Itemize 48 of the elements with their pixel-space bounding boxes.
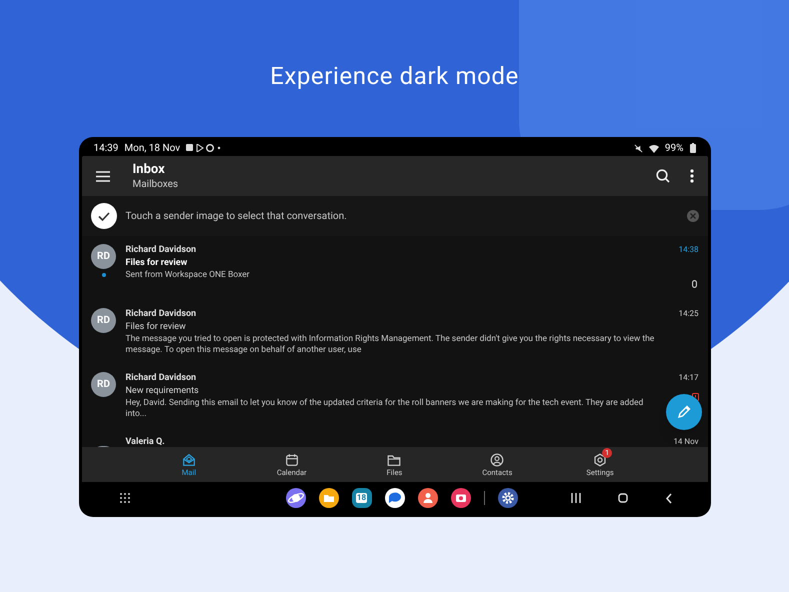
message-preview: Sent from Workspace ONE Boxer — [126, 270, 251, 281]
settings-icon — [592, 452, 608, 468]
folder-app-icon[interactable] — [318, 488, 338, 508]
headline: Experience dark mode — [270, 61, 519, 92]
calendar-app-icon[interactable]: 18 — [352, 488, 372, 508]
browser-app-icon[interactable] — [286, 488, 306, 508]
mail-icon — [180, 452, 197, 468]
close-icon[interactable] — [686, 210, 698, 222]
more-options-icon[interactable] — [690, 169, 694, 183]
message-row[interactable]: RD Richard Davidson Files for review Sent from Workspace ONE Boxer 14:38 — [82, 236, 708, 300]
search-icon[interactable] — [656, 169, 670, 183]
back-icon[interactable] — [664, 492, 672, 504]
sender-name: Valeria Q. — [126, 436, 166, 447]
mailbox-subtitle: Mailboxes — [132, 178, 178, 190]
battery-icon — [690, 143, 696, 153]
home-icon[interactable] — [618, 493, 628, 503]
message-time: 14 Nov — [673, 436, 698, 447]
status-date: Mon, 18 Nov — [124, 142, 180, 156]
calendar-icon — [284, 452, 300, 468]
app-title: Inbox — [132, 162, 166, 178]
sender-name: Richard Davidson — [126, 244, 198, 256]
message-time: 14:25 — [678, 308, 698, 320]
contacts-icon — [489, 452, 506, 468]
sender-name: Richard Davidson — [126, 372, 198, 384]
message-preview: Hey, David. Sending this email to let you know of the updated criteria for the roll banners we are making for the tech event. They are added into... — [126, 398, 644, 420]
message-subject: New requirements — [126, 385, 200, 397]
wifi-icon — [648, 144, 659, 152]
checkmark-icon — [90, 203, 116, 229]
message-subject: Files for review — [126, 257, 188, 269]
notification-icons — [186, 144, 222, 152]
app-grid-icon[interactable] — [120, 493, 130, 503]
compose-button[interactable] — [666, 394, 702, 430]
battery-percent: 99% — [664, 142, 684, 156]
tip-text: Touch a sender image to select that conversation. — [126, 210, 348, 224]
status-time: 14:39 — [94, 142, 118, 156]
contacts-app-icon[interactable] — [418, 488, 438, 508]
recent-apps-icon[interactable] — [570, 493, 580, 503]
mute-icon — [634, 144, 643, 152]
message-time: 14:38 — [678, 244, 698, 256]
menu-icon[interactable] — [96, 170, 110, 182]
message-subject: Files for review — [126, 321, 187, 333]
chat-app-icon[interactable] — [384, 488, 404, 508]
camera-app-icon[interactable] — [450, 488, 470, 508]
message-preview: The message you tried to open is protected with Information Rights Management. The sender didn't give you the rights necessary to view the message. To open this message on behalf of another user, use — [126, 334, 656, 356]
message-time: 14:17 — [678, 372, 698, 384]
pencil-icon — [676, 405, 690, 419]
sender-name: Richard Davidson — [126, 308, 198, 320]
settings-app-icon[interactable] — [498, 488, 518, 508]
